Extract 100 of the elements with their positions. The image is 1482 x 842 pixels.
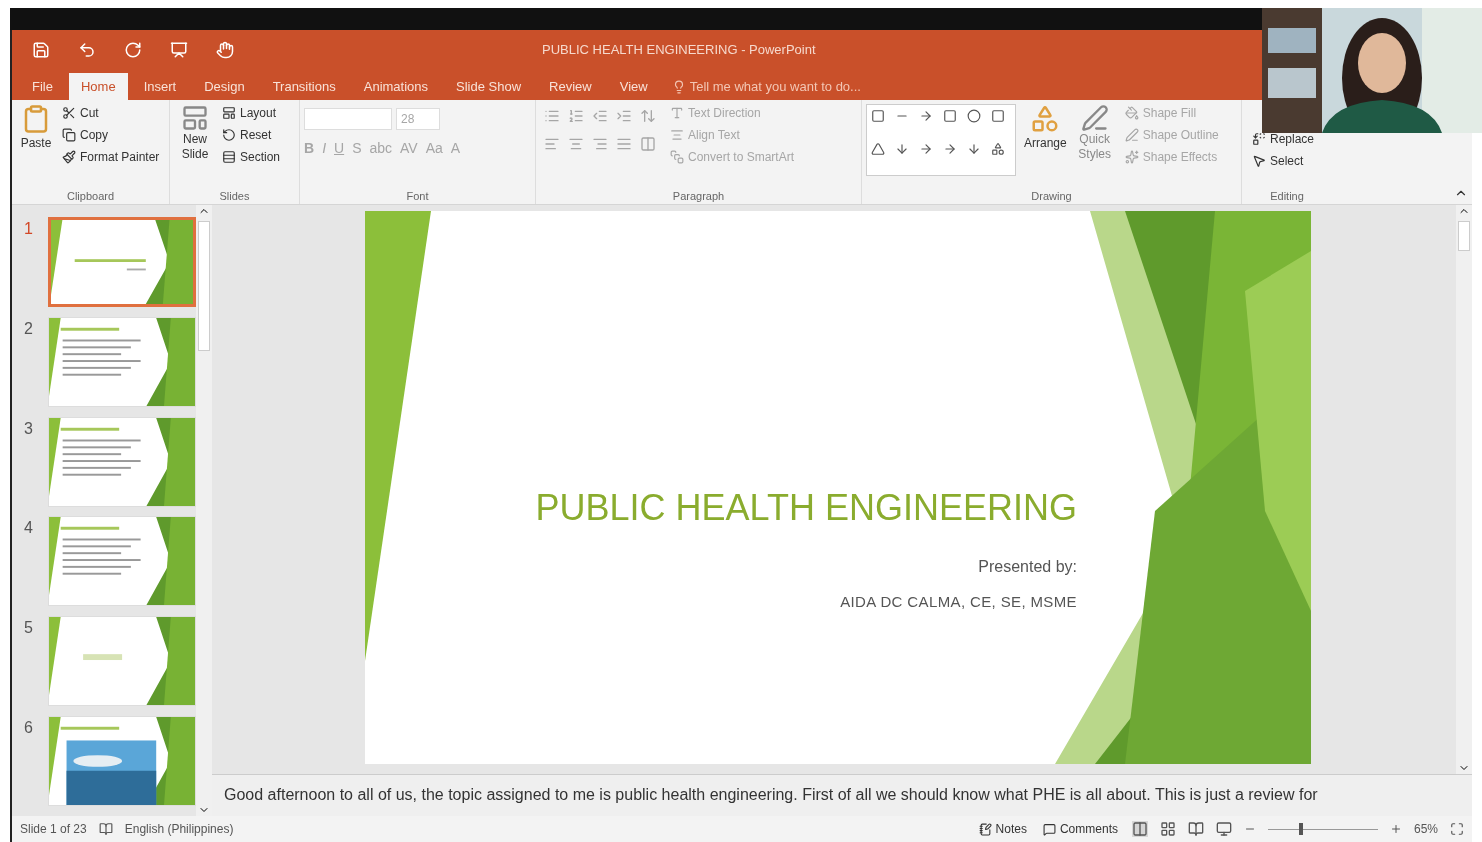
line-spacing-icon[interactable]: [640, 108, 656, 124]
ribbon-tab[interactable]: Animations: [351, 73, 441, 100]
tell-me-field[interactable]: Tell me what you want to do...: [689, 76, 890, 97]
normal-view-icon[interactable]: [1131, 821, 1148, 837]
shape-icon[interactable]: [919, 109, 933, 123]
shape-icon[interactable]: [991, 109, 1005, 123]
ribbon-tab[interactable]: Insert: [131, 73, 189, 100]
slide-number: 6: [24, 718, 34, 739]
text-direction-icon: [670, 106, 684, 120]
window-title: PUBLIC HEALTH ENGINEERING - PowerPoint: [542, 41, 816, 60]
outdent-icon[interactable]: [592, 108, 608, 124]
zoom-slider[interactable]: [1267, 823, 1378, 835]
slide-thumbnail[interactable]: [47, 217, 196, 307]
font-name-field[interactable]: [304, 108, 392, 130]
copy-button[interactable]: Copy: [60, 126, 162, 144]
slide-count: Slide 1 of 23: [20, 821, 87, 838]
slide-icon: [181, 104, 209, 132]
select-button[interactable]: Select: [1250, 152, 1324, 170]
sparkle-icon: [1124, 150, 1139, 164]
slide-subtitle: Presented by:: [978, 557, 1077, 577]
slide-number: 3: [24, 418, 34, 439]
pen-icon: [1124, 128, 1139, 142]
align-center-icon[interactable]: [568, 136, 584, 152]
scroll-thumb[interactable]: [1458, 221, 1470, 251]
quick-styles-button[interactable]: Quick Styles: [1074, 104, 1115, 188]
presenter-name: AIDA DC CALMA, CE, SE, MSME: [840, 592, 1077, 612]
comment-icon: [1042, 822, 1056, 836]
shape-icon[interactable]: [871, 109, 885, 123]
align-text-icon: [670, 128, 684, 142]
bullets-icon[interactable]: [544, 108, 560, 124]
ribbon-tab[interactable]: View: [607, 73, 660, 100]
zoom-percent: 65%: [1413, 821, 1438, 838]
columns-icon[interactable]: [640, 136, 656, 152]
justify-icon[interactable]: [616, 136, 632, 152]
notes-button[interactable]: Notes: [976, 820, 1029, 838]
slide-sorter-icon[interactable]: [1159, 821, 1176, 837]
comments-button[interactable]: Comments: [1040, 820, 1120, 838]
paste-button[interactable]: Paste: [16, 104, 56, 188]
shape-icon[interactable]: [919, 142, 933, 156]
arrange-button[interactable]: Arrange: [1024, 104, 1067, 188]
scissors-icon: [62, 106, 76, 120]
ribbon-tab[interactable]: Slide Show: [444, 73, 534, 100]
slide-title: PUBLIC HEALTH ENGINEERING: [535, 486, 1077, 530]
reset-icon: [222, 128, 236, 142]
ribbon-tab[interactable]: File: [20, 73, 65, 100]
scrollbar[interactable]: [1456, 205, 1472, 774]
format-painter-button[interactable]: Format Painter: [60, 148, 162, 166]
ribbon-tab[interactable]: Design: [192, 73, 257, 100]
ribbon-tab[interactable]: Home: [68, 73, 128, 100]
shapes-gallery[interactable]: [866, 104, 1016, 176]
save-icon[interactable]: [32, 41, 50, 59]
shape-icon[interactable]: [991, 142, 1005, 156]
scroll-thumb[interactable]: [198, 221, 210, 351]
indent-icon[interactable]: [616, 108, 632, 124]
section-button[interactable]: Section: [220, 148, 283, 166]
new-slide-button[interactable]: New Slide: [174, 104, 216, 188]
slide-number: 4: [24, 518, 34, 539]
scrollbar[interactable]: [196, 205, 212, 816]
zoom-in-icon[interactable]: [1389, 823, 1402, 835]
slideshow-icon[interactable]: [170, 41, 188, 59]
group-label: Editing: [1269, 188, 1305, 204]
shape-icon[interactable]: [967, 142, 981, 156]
paint-bucket-icon: [1124, 106, 1139, 120]
slide-number: 2: [24, 318, 34, 339]
shape-icon[interactable]: [871, 142, 885, 156]
section-icon: [222, 150, 236, 164]
speaker-notes-text: Good afternoon to all of us, the topic assigned to me is public health engineering. First of all we should know what PHE is all about. This is just a review for: [224, 785, 1319, 805]
numbering-icon[interactable]: [568, 108, 584, 124]
shape-icon[interactable]: [895, 142, 909, 156]
quick-styles-icon: [1080, 104, 1109, 132]
shape-icon[interactable]: [967, 109, 981, 123]
cut-button[interactable]: Cut: [60, 104, 162, 122]
replace-icon: [1252, 132, 1266, 146]
ribbon-tab[interactable]: Review: [537, 73, 604, 100]
group-label: Clipboard: [65, 188, 116, 204]
fit-slide-icon[interactable]: [1450, 822, 1464, 836]
undo-icon[interactable]: [78, 41, 96, 59]
reset-button[interactable]: Reset: [220, 126, 283, 144]
layout-button[interactable]: Layout: [220, 104, 283, 122]
pointer-icon: [1252, 154, 1266, 168]
smartart-icon: [670, 150, 684, 164]
shape-icon[interactable]: [943, 109, 957, 123]
language-label: English (Philippines): [124, 821, 234, 838]
ribbon-tab[interactable]: Transitions: [260, 73, 348, 100]
align-left-icon[interactable]: [544, 136, 560, 152]
group-label: Paragraph: [671, 188, 726, 204]
group-label: Drawing: [1030, 188, 1073, 204]
redo-icon[interactable]: [124, 41, 142, 59]
zoom-thumb[interactable]: [1298, 823, 1303, 835]
replace-button[interactable]: Replace: [1250, 130, 1324, 148]
slideshow-view-icon[interactable]: [1215, 821, 1232, 837]
shape-icon[interactable]: [943, 142, 957, 156]
paintbrush-icon: [62, 150, 76, 164]
notes-icon: [978, 822, 992, 836]
layout-icon: [222, 106, 236, 120]
touch-mode-icon[interactable]: [216, 41, 234, 59]
reading-view-icon[interactable]: [1187, 821, 1204, 837]
group-label: Slides: [218, 188, 251, 204]
align-right-icon[interactable]: [592, 136, 608, 152]
spell-check-icon[interactable]: [98, 822, 113, 836]
